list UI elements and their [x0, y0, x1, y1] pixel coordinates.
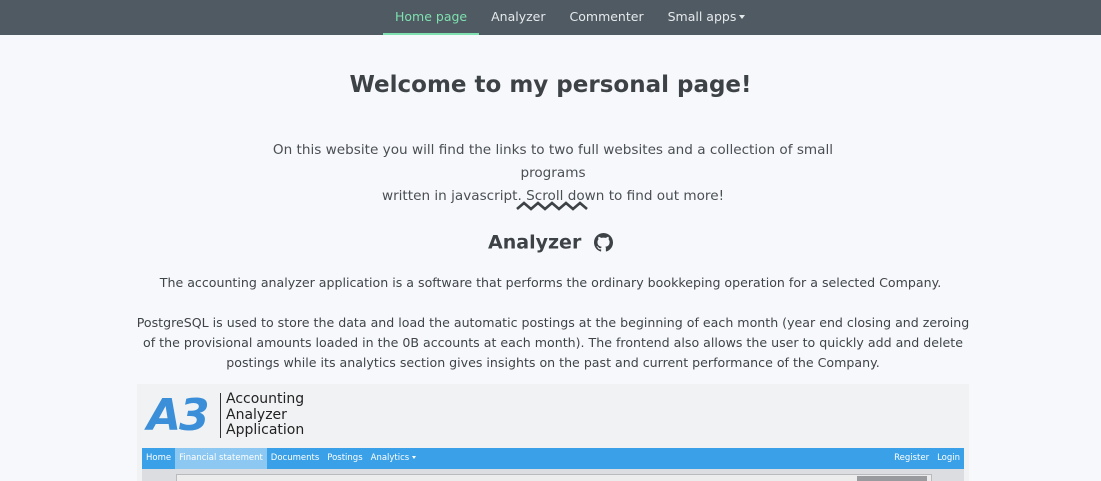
a3-logo-text: Accounting Analyzer Application	[226, 391, 305, 439]
logo-line-2: Analyzer	[226, 406, 287, 423]
preview-navbar: Home Financial statement Documents Posti…	[142, 448, 964, 469]
github-icon[interactable]	[593, 233, 613, 252]
page-title: Welcome to my personal page!	[349, 72, 752, 98]
analyzer-description-2: PostgreSQL is used to store the data and…	[136, 315, 970, 370]
preview-nav-register: Register	[894, 453, 930, 463]
preview-nav-analytics-label: Analytics	[370, 453, 410, 463]
nav-item-home-page[interactable]: Home page	[383, 0, 480, 35]
section-heading-analyzer: Analyzer	[0, 231, 1101, 254]
analyzer-description-1: The accounting analyzer application is a…	[159, 275, 942, 290]
preview-body-button	[857, 476, 927, 481]
preview-nav-login: Login	[937, 453, 960, 463]
nav-item-analyzer[interactable]: Analyzer	[479, 0, 557, 35]
preview-nav-postings: Postings	[327, 453, 363, 463]
intro-text: On this website you will find the links …	[240, 139, 866, 208]
logo-divider	[220, 393, 221, 438]
zigzag-divider-icon	[516, 201, 588, 211]
preview-nav-right: Register Login	[890, 448, 964, 469]
nav-list: Home page Analyzer Commenter Small apps	[383, 0, 757, 35]
logo-line-3: Application	[226, 422, 305, 438]
preview-body	[142, 469, 964, 481]
intro-line-1: On this website you will find the links …	[272, 142, 834, 181]
caret-down-icon	[739, 15, 746, 19]
caret-down-icon	[412, 456, 417, 459]
nav-item-small-apps[interactable]: Small apps	[656, 0, 758, 35]
top-navbar: Home page Analyzer Commenter Small apps	[0, 0, 1101, 35]
preview-nav-analytics: Analytics	[367, 448, 421, 469]
a3-logo-mark: A3	[147, 390, 210, 441]
preview-nav-financial-statement: Financial statement	[175, 448, 267, 469]
preview-nav-home: Home	[146, 453, 172, 463]
logo-line-1: Accounting	[226, 391, 305, 407]
preview-body-panel	[176, 474, 932, 481]
nav-item-commenter[interactable]: Commenter	[558, 0, 656, 35]
nav-item-small-apps-label: Small apps	[667, 9, 737, 24]
analyzer-preview-screenshot[interactable]: A3 Accounting Analyzer Application Home …	[137, 384, 969, 481]
preview-nav-documents: Documents	[270, 453, 320, 463]
section-heading-label: Analyzer	[488, 231, 582, 254]
